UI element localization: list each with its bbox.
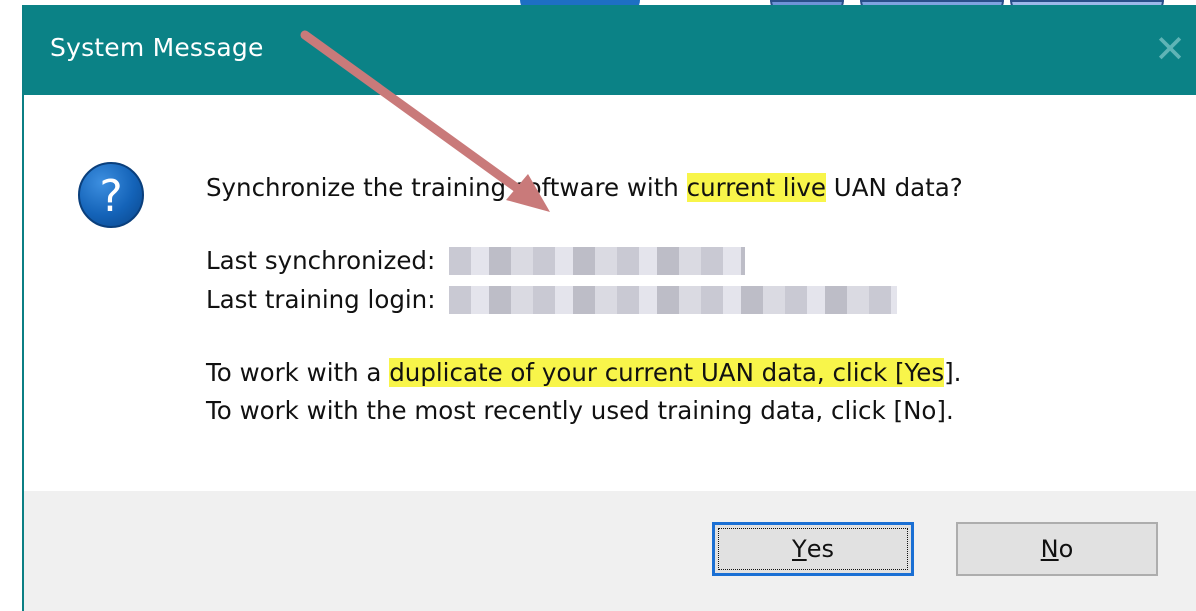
annotation-arrow <box>300 30 550 212</box>
arrow-shaft <box>300 30 533 201</box>
